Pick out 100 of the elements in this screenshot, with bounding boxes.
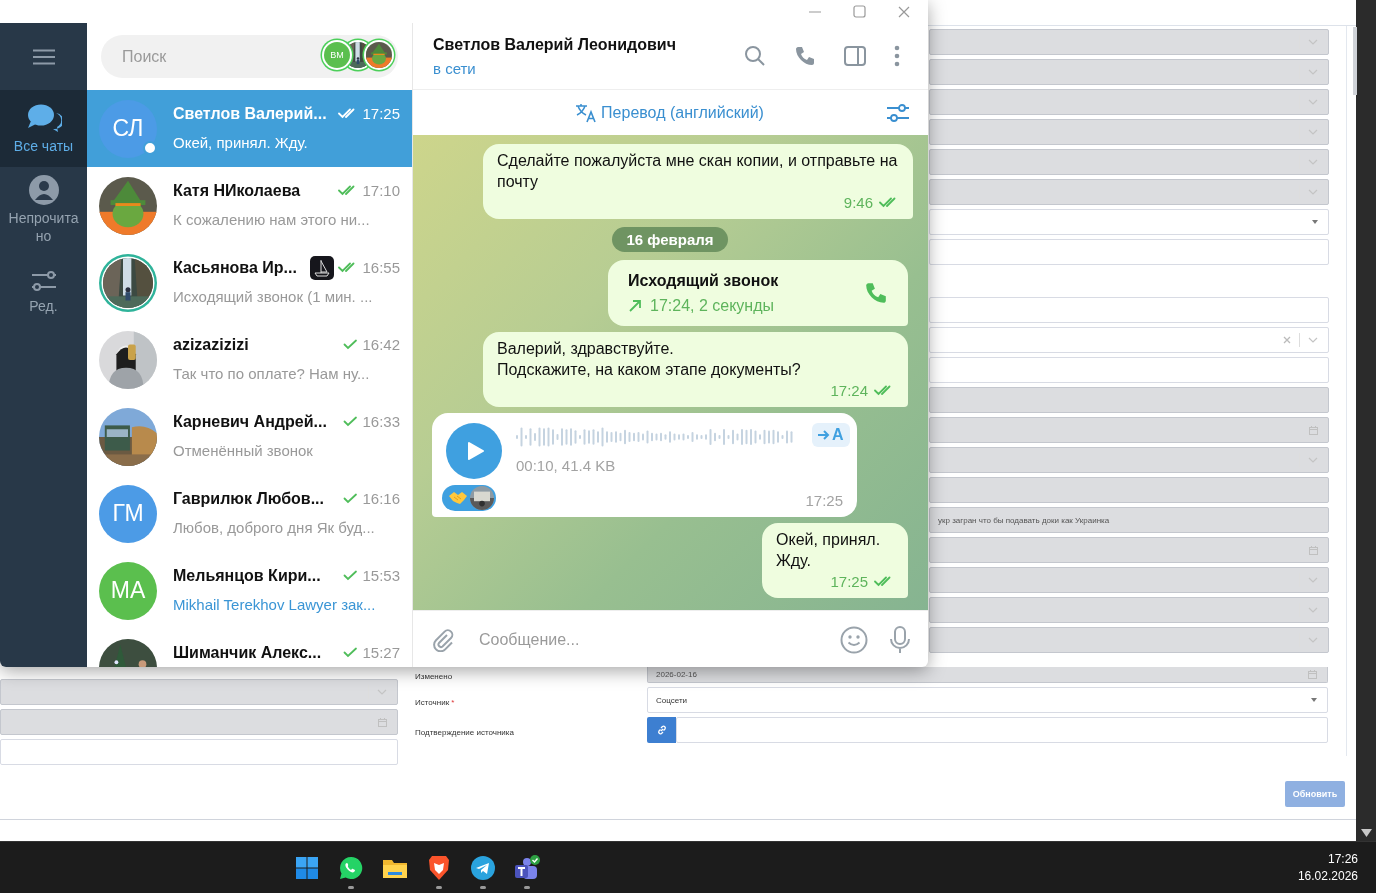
chat-time: 16:55 xyxy=(362,259,400,276)
reaction-chip[interactable] xyxy=(442,485,496,511)
arrow-right-icon xyxy=(818,430,830,440)
outgoing-arrow-icon xyxy=(628,298,642,313)
message-preview: Отменённый звонок xyxy=(173,441,314,459)
chat-time: 17:25 xyxy=(362,105,400,122)
chat-list-item[interactable]: МА Мельянцов Кири... 15:53 Mikhail Terekhov Lawyer зак... xyxy=(87,552,412,629)
text-field[interactable] xyxy=(929,297,1329,323)
check-icon xyxy=(343,568,359,581)
clock-time: 17:26 xyxy=(1327,852,1358,866)
link-button[interactable] xyxy=(647,717,676,743)
chat-list-item[interactable]: Карневич Андрей... 16:33 Отменённый звонок xyxy=(87,398,412,475)
field-label: Источник * xyxy=(415,698,455,707)
check-icon xyxy=(343,337,359,350)
chat-name: Гаврилюк Любов... xyxy=(173,489,324,508)
message-time: 17:25 xyxy=(830,572,868,592)
paperclip-icon[interactable] xyxy=(431,627,455,652)
minimize-icon[interactable] xyxy=(809,10,821,13)
check-icon xyxy=(343,491,359,504)
select-field[interactable] xyxy=(929,327,1329,353)
chat-bubbles-icon xyxy=(25,102,62,133)
folder-tab[interactable]: Непрочитано xyxy=(0,167,87,253)
message-preview: Исходящий звонок (1 мин. ... xyxy=(173,287,374,305)
chat-time: 16:16 xyxy=(362,490,400,507)
handshake-icon xyxy=(448,491,468,505)
avatar: СЛ xyxy=(99,99,157,158)
close-icon[interactable] xyxy=(898,5,910,18)
folder-tab[interactable]: Все чаты xyxy=(0,90,87,167)
call-title: Исходящий звонок xyxy=(628,271,779,291)
teams-icon[interactable] xyxy=(513,854,541,881)
scroll-down-icon[interactable] xyxy=(1360,829,1372,837)
dropdown-arrow-icon[interactable] xyxy=(1312,220,1318,224)
menu-icon[interactable] xyxy=(31,48,56,65)
text-field[interactable] xyxy=(929,357,1329,383)
chat-list-item[interactable]: Катя НИколаева 17:10 К сожалению нам этого ни... xyxy=(87,167,412,244)
chat-name: Шиманчик Алекс... xyxy=(173,643,322,662)
chat-list-item[interactable]: ГМ Гаврилюк Любов... 16:16 Любов, доброго дня Як буд... xyxy=(87,475,412,552)
phone-icon[interactable] xyxy=(794,45,816,67)
more-icon[interactable] xyxy=(894,45,900,67)
chat-list-item[interactable]: Шиманчик Алекс... 15:27 xyxy=(87,629,412,667)
lion-icon[interactable] xyxy=(428,854,450,881)
field-label: Изменено xyxy=(415,672,453,681)
play-icon xyxy=(467,441,485,461)
chat-name: Катя НИколаева xyxy=(173,181,301,200)
text-field[interactable] xyxy=(0,739,398,765)
microphone-icon[interactable] xyxy=(890,625,910,654)
chat-name: Мельянцов Кири... xyxy=(173,566,321,585)
paper-plane-icon[interactable] xyxy=(471,855,495,880)
translate-button[interactable]: Перевод (английский) xyxy=(575,102,764,123)
text-field[interactable] xyxy=(676,717,1328,743)
dropdown-field[interactable]: Соцсети xyxy=(647,687,1328,713)
clock-date: 16.02.2026 xyxy=(1297,869,1358,883)
message-text: Валерий, здравствуйте. Подскажите, на каком этапе документы? xyxy=(497,339,802,380)
emoji-icon[interactable] xyxy=(840,625,868,654)
chat-time: 17:10 xyxy=(362,182,400,199)
sidebar-toggle-icon[interactable] xyxy=(844,46,866,66)
play-button[interactable] xyxy=(446,423,502,479)
folder-tab[interactable]: Ред. xyxy=(0,253,87,330)
message-time: 9:46 xyxy=(843,193,873,213)
date-badge: 16 февраля xyxy=(612,227,728,252)
chat-list-item[interactable]: azizazizizi 16:42 Так что по оплате? Нам ну... xyxy=(87,321,412,398)
settings-icon[interactable] xyxy=(886,102,910,123)
message-preview: К сожалению нам этого ни... xyxy=(173,210,371,228)
search-icon[interactable] xyxy=(744,45,766,67)
message-time: 17:24 xyxy=(830,381,868,401)
chat-list-item[interactable]: Касьянова Ир... 16:55 Исходящий звонок (1 мин. ... xyxy=(87,244,412,321)
chat-phone-icon[interactable] xyxy=(338,854,364,881)
chevron-down-icon[interactable] xyxy=(1308,337,1318,343)
text-field[interactable] xyxy=(929,239,1329,265)
phone-icon[interactable] xyxy=(864,281,888,305)
maximize-icon[interactable] xyxy=(853,5,866,18)
sliders-icon xyxy=(29,268,58,293)
clear-icon[interactable] xyxy=(1283,336,1291,344)
check-icon xyxy=(343,645,359,658)
chat-title: Светлов Валерий Леонидович xyxy=(433,35,676,54)
link-icon xyxy=(655,724,668,736)
field-label: Подтверждение источника xyxy=(415,728,514,737)
avatar: ГМ xyxy=(99,484,157,543)
dropdown-field[interactable] xyxy=(929,209,1329,235)
chat-time: 15:27 xyxy=(362,644,400,661)
translate-icon xyxy=(575,102,598,123)
chat-time: 16:33 xyxy=(362,413,400,430)
check-icon xyxy=(343,414,359,427)
dropdown-arrow-icon[interactable] xyxy=(1311,698,1317,702)
chat-name: Светлов Валерий... xyxy=(173,104,327,123)
avatar: МА xyxy=(99,561,157,620)
chat-name: Касьянова Ир... xyxy=(173,258,297,277)
chat-time: 15:53 xyxy=(362,567,400,584)
message-preview: Mikhail Terekhov Lawyer зак... xyxy=(173,595,377,613)
message-time: 17:25 xyxy=(805,491,843,511)
chat-name: azizazizizi xyxy=(173,335,249,354)
voice-info: 00:10, 41.4 KB xyxy=(516,456,617,476)
message-text: Сделайте пожалуйста мне скан копии, и отправьте на почту xyxy=(497,151,899,192)
person-icon xyxy=(28,175,59,205)
message-preview: Окей, принял. Жду. xyxy=(173,133,309,151)
call-details: 17:24, 2 секунды xyxy=(650,296,775,316)
message-preview: Так что по оплате? Нам ну... xyxy=(173,364,371,382)
scrollbar-thumb[interactable] xyxy=(1353,27,1357,95)
windows-start-icon[interactable] xyxy=(295,855,319,880)
online-status: в сети xyxy=(433,59,477,77)
